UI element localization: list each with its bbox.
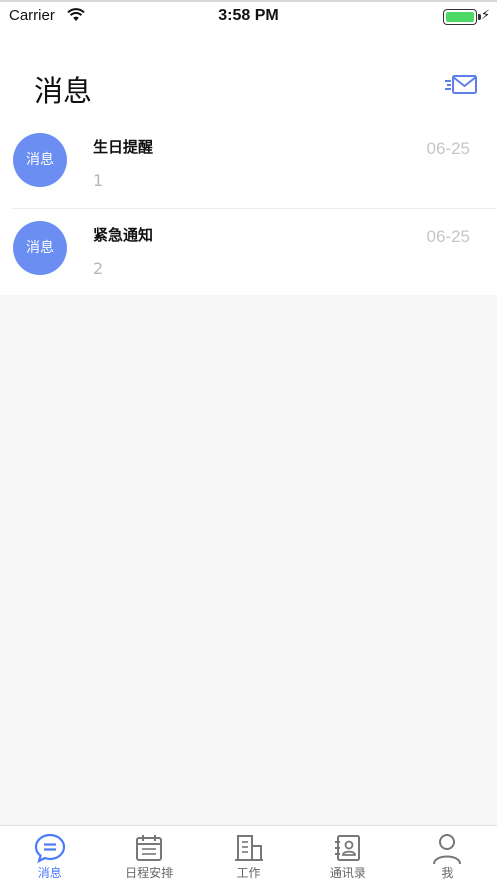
message-preview: 1 [93, 171, 104, 190]
status-bar: Carrier 3:58 PM ⚡ [0, 0, 497, 30]
message-row[interactable]: 消息 紧急通知 2 06-25 [0, 208, 497, 295]
tab-label: 工作 [236, 866, 261, 880]
avatar: 消息 [13, 221, 67, 275]
battery-icon [443, 9, 481, 25]
clock: 3:58 PM [218, 7, 279, 24]
tab-work[interactable]: 工作 [199, 826, 298, 883]
tab-label: 我 [441, 866, 454, 880]
calendar-icon [136, 835, 163, 861]
chat-bubble-icon [34, 833, 65, 863]
message-row[interactable]: 消息 生日提醒 1 06-25 [0, 120, 497, 208]
message-date: 06-25 [426, 139, 470, 158]
tab-label: 消息 [37, 866, 62, 880]
message-list: 消息 生日提醒 1 06-25 消息 紧急通知 2 06-25 [0, 120, 497, 295]
message-title: 紧急通知 [93, 226, 154, 244]
avatar: 消息 [13, 133, 67, 187]
tab-contacts[interactable]: 通讯录 [298, 826, 397, 883]
screen: Carrier 3:58 PM ⚡ 消息 消息 生日提醒 1 06-25 消息 … [0, 0, 497, 883]
tab-label: 日程安排 [125, 866, 174, 880]
tab-label: 通讯录 [329, 866, 366, 880]
row-divider [12, 208, 497, 209]
tab-messages[interactable]: 消息 [0, 826, 99, 883]
charging-bolt-icon: ⚡ [481, 8, 491, 23]
building-icon [234, 835, 263, 861]
message-date: 06-25 [426, 227, 470, 246]
tab-bar: 消息 日程安排 工作 通讯录 我 [0, 825, 497, 883]
tab-me[interactable]: 我 [398, 826, 497, 883]
page-title: 消息 [34, 74, 93, 108]
contacts-book-icon [334, 835, 360, 861]
message-title: 生日提醒 [93, 138, 154, 156]
message-preview: 2 [93, 259, 104, 278]
mail-send-icon[interactable] [444, 72, 478, 98]
header: 消息 [0, 30, 497, 120]
person-icon [433, 834, 462, 865]
tab-schedule[interactable]: 日程安排 [99, 826, 198, 883]
